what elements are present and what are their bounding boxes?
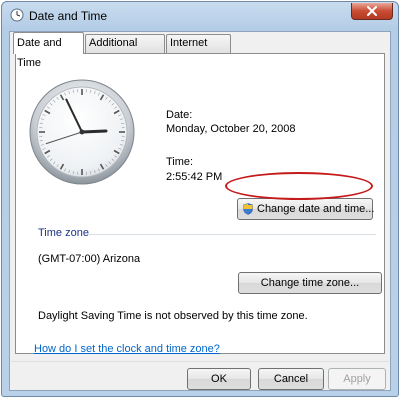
ok-button[interactable]: OK xyxy=(187,368,251,390)
change-time-zone-button[interactable]: Change time zone... xyxy=(238,272,382,294)
date-label: Date: xyxy=(166,109,193,121)
help-link[interactable]: How do I set the clock and time zone? xyxy=(34,343,220,355)
apply-button[interactable]: Apply xyxy=(328,368,386,390)
clock-app-icon xyxy=(10,8,24,22)
date-value: Monday, October 20, 2008 xyxy=(166,123,296,135)
footer-divider xyxy=(11,361,389,362)
time-zone-heading: Time zone xyxy=(38,227,89,239)
close-icon xyxy=(367,6,377,16)
tab-panel: Date: Monday, October 20, 2008 Time: 2:5… xyxy=(15,53,385,354)
time-value: 2:55:42 PM xyxy=(166,171,223,183)
title-bar[interactable]: Date and Time xyxy=(2,2,398,30)
window-title: Date and Time xyxy=(29,9,108,23)
time-zone-divider xyxy=(88,234,376,235)
tab-date-and-time[interactable]: Date and Time xyxy=(13,32,84,69)
tab-additional-clocks[interactable]: Additional Clocks xyxy=(85,34,165,66)
close-button[interactable] xyxy=(351,3,393,20)
analog-clock xyxy=(29,79,135,185)
change-date-and-time-label: Change date and time... xyxy=(257,203,375,215)
dst-note: Daylight Saving Time is not observed by … xyxy=(38,310,308,322)
date-and-time-window: Date and Time Date and Time Additional C… xyxy=(1,1,399,397)
dialog-body: Date and Time Additional Clocks Internet… xyxy=(9,31,391,391)
change-date-and-time-button[interactable]: Change date and time... xyxy=(237,198,375,220)
clock-hour-hand xyxy=(80,129,108,134)
time-label: Time: xyxy=(166,156,194,168)
tab-internet-time[interactable]: Internet Time xyxy=(166,34,231,66)
time-zone-value: (GMT-07:00) Arizona xyxy=(38,253,141,265)
uac-shield-icon xyxy=(243,203,253,215)
cancel-button[interactable]: Cancel xyxy=(258,368,324,390)
